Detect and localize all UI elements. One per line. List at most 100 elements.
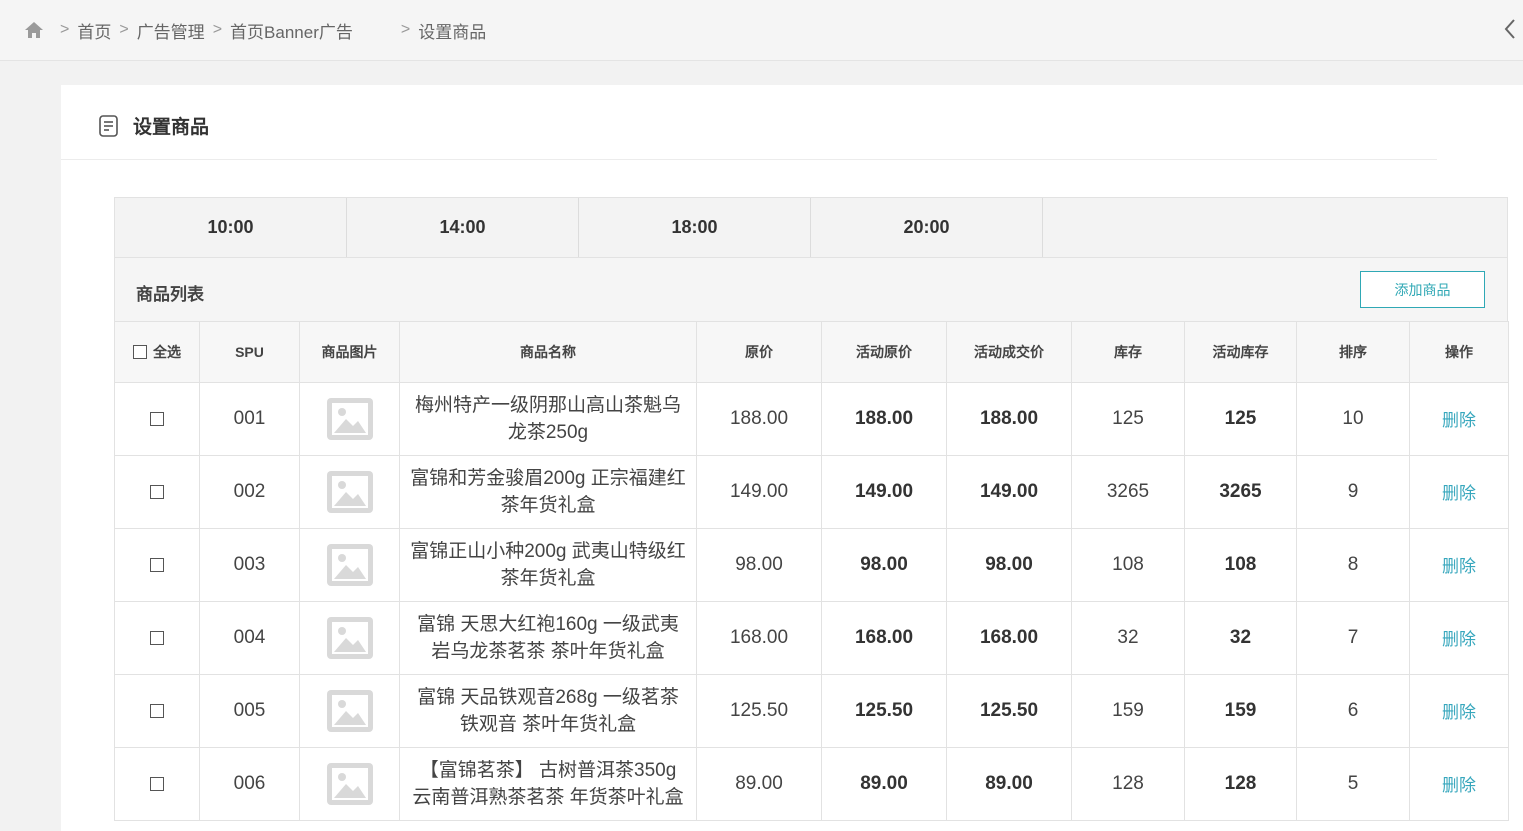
price-cell: 168.00: [696, 601, 822, 675]
image-placeholder-icon: [326, 617, 373, 659]
sort-cell: 5: [1296, 747, 1410, 821]
table-row: 003 富锦正山小种200g 武夷山特级红 茶年货礼盒 98.00 98.00 98.00…: [114, 528, 1509, 602]
row-checkbox[interactable]: [150, 630, 164, 645]
image-cell: [299, 382, 400, 456]
activity-stock-cell: 108: [1184, 528, 1297, 602]
activity-stock-cell: 128: [1184, 747, 1297, 821]
breadcrumb-item-home[interactable]: 首页: [77, 18, 111, 43]
activity-stock-cell: 159: [1184, 674, 1297, 748]
row-checkbox[interactable]: [150, 484, 164, 499]
spu-cell: 001: [199, 382, 300, 456]
activity-price-cell: 168.00: [821, 601, 947, 675]
chevron-left-icon[interactable]: [1503, 18, 1517, 40]
action-cell: 删除: [1409, 382, 1509, 456]
sort-cell: 9: [1296, 455, 1410, 529]
product-list-title: 商品列表: [136, 285, 204, 304]
column-header-name: 商品名称: [399, 321, 697, 383]
row-checkbox[interactable]: [150, 776, 164, 791]
activity-stock-cell: 32: [1184, 601, 1297, 675]
time-tabs: 10:00 14:00 18:00 20:00: [114, 197, 1508, 258]
image-cell: [299, 747, 400, 821]
activity-price-cell: 98.00: [821, 528, 947, 602]
activity-stock-cell: 125: [1184, 382, 1297, 456]
breadcrumb: > 首页 > 广告管理 > 首页Banner广告 > 设置商品: [24, 18, 486, 42]
tab-1400[interactable]: 14:00: [347, 198, 579, 257]
product-name-line: 龙茶250g: [507, 422, 589, 443]
column-header-activity-stock: 活动库存: [1184, 321, 1297, 383]
deal-price-cell: 98.00: [946, 528, 1072, 602]
image-cell: [299, 455, 400, 529]
product-name-line: 富锦和芳金骏眉200g 正宗福建红: [410, 468, 686, 489]
row-checkbox[interactable]: [150, 411, 164, 426]
delete-link[interactable]: 删除: [1442, 703, 1476, 722]
activity-price-cell: 188.00: [821, 382, 947, 456]
spu-cell: 006: [199, 747, 300, 821]
sort-cell: 8: [1296, 528, 1410, 602]
content-panel: 设置商品 10:00 14:00 18:00 20:00 商品列表 添加商品 全…: [61, 85, 1523, 831]
row-checkbox[interactable]: [150, 703, 164, 718]
stock-cell: 3265: [1071, 455, 1185, 529]
deal-price-cell: 149.00: [946, 455, 1072, 529]
product-list-header: 商品列表 添加商品: [114, 258, 1508, 321]
panel-header: 设置商品: [97, 112, 209, 139]
column-header-activity-price: 活动原价: [821, 321, 947, 383]
tab-2000[interactable]: 20:00: [811, 198, 1043, 257]
home-icon[interactable]: [24, 20, 44, 40]
activity-price-cell: 125.50: [821, 674, 947, 748]
deal-price-cell: 188.00: [946, 382, 1072, 456]
product-name-cell: 富锦 天品铁观音268g 一级茗茶 铁观音 茶叶年货礼盒: [399, 674, 697, 748]
product-name-cell: 梅州特产一级阴那山高山茶魁乌 龙茶250g: [399, 382, 697, 456]
delete-link[interactable]: 删除: [1442, 411, 1476, 430]
column-header-action: 操作: [1409, 321, 1509, 383]
row-select-cell: [114, 455, 200, 529]
delete-link[interactable]: 删除: [1442, 776, 1476, 795]
sort-cell: 7: [1296, 601, 1410, 675]
image-placeholder-icon: [326, 471, 373, 513]
image-placeholder-icon: [326, 544, 373, 586]
product-name-line: 茶年货礼盒: [500, 568, 596, 589]
spu-cell: 003: [199, 528, 300, 602]
breadcrumb-separator: >: [400, 21, 411, 38]
column-header-price: 原价: [696, 321, 822, 383]
price-cell: 98.00: [696, 528, 822, 602]
delete-link[interactable]: 删除: [1442, 630, 1476, 649]
select-all-checkbox[interactable]: [133, 345, 147, 359]
deal-price-cell: 125.50: [946, 674, 1072, 748]
stock-cell: 128: [1071, 747, 1185, 821]
product-name-line: 富锦 天品铁观音268g 一级茗茶: [417, 687, 679, 708]
tab-1000[interactable]: 10:00: [115, 198, 347, 257]
row-select-cell: [114, 747, 200, 821]
product-name-line: 云南普洱熟茶茗茶 年货茶叶礼盒: [412, 787, 684, 808]
delete-link[interactable]: 删除: [1442, 484, 1476, 503]
row-checkbox[interactable]: [150, 557, 164, 572]
row-select-cell: [114, 382, 200, 456]
tab-1800[interactable]: 18:00: [579, 198, 811, 257]
spu-cell: 002: [199, 455, 300, 529]
image-placeholder-icon: [326, 763, 373, 805]
activity-price-cell: 149.00: [821, 455, 947, 529]
product-name-line: 富锦 天思大红袍160g 一级武夷: [417, 614, 679, 635]
breadcrumb-item-ad-management[interactable]: 广告管理: [137, 18, 205, 43]
price-cell: 188.00: [696, 382, 822, 456]
delete-link[interactable]: 删除: [1442, 557, 1476, 576]
sort-cell: 10: [1296, 382, 1410, 456]
price-cell: 89.00: [696, 747, 822, 821]
product-table: 全选 SPU 商品图片 商品名称 原价 活动原价 活动成交价 库存 活动库存 排…: [114, 321, 1509, 821]
image-placeholder-icon: [326, 690, 373, 732]
row-select-cell: [114, 528, 200, 602]
image-cell: [299, 674, 400, 748]
add-product-button[interactable]: 添加商品: [1360, 271, 1485, 308]
top-bar: > 首页 > 广告管理 > 首页Banner广告 > 设置商品: [0, 0, 1523, 61]
product-name-cell: 【富锦茗茶】 古树普洱茶350g 云南普洱熟茶茗茶 年货茶叶礼盒: [399, 747, 697, 821]
column-header-deal-price: 活动成交价: [946, 321, 1072, 383]
product-name-cell: 富锦正山小种200g 武夷山特级红 茶年货礼盒: [399, 528, 697, 602]
table-row: 004 富锦 天思大红袍160g 一级武夷 岩乌龙茶茗茶 茶叶年货礼盒 168.00 1…: [114, 601, 1509, 675]
stock-cell: 159: [1071, 674, 1185, 748]
table-row: 001 梅州特产一级阴那山高山茶魁乌 龙茶250g 188.00 188.00 188.0…: [114, 382, 1509, 456]
sort-cell: 6: [1296, 674, 1410, 748]
column-header-spu: SPU: [199, 321, 300, 383]
stock-cell: 108: [1071, 528, 1185, 602]
deal-price-cell: 89.00: [946, 747, 1072, 821]
image-placeholder-icon: [326, 398, 373, 440]
breadcrumb-item-banner-ads[interactable]: 首页Banner广告: [230, 18, 353, 43]
